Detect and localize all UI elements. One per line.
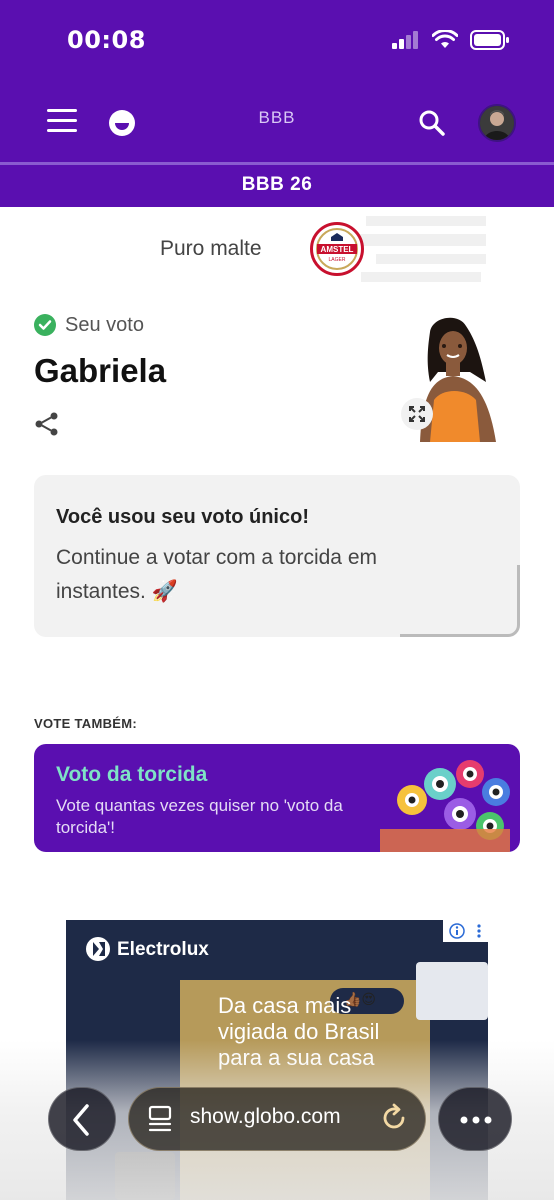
sponsor-tagline: Puro malte [160,237,262,260]
search-icon[interactable] [417,108,447,138]
ad-brand-name: Electrolux [117,939,209,960]
chevron-left-icon [73,1104,89,1136]
kebab-icon [477,924,481,938]
expand-icon [409,406,425,422]
more-dots-icon [460,1116,492,1124]
amstel-logo-text: AMSTEL [321,245,354,254]
expand-photo-button[interactable] [401,398,433,430]
voto-torcida-card[interactable]: Voto da torcida Vote quantas vezes quise… [34,744,520,852]
back-button[interactable] [48,1087,116,1151]
avatar[interactable] [478,104,516,142]
header-title: BBB [258,108,296,127]
url-text[interactable]: show.globo.com [190,1105,341,1129]
notice-title: Você usou seu voto único! [56,506,309,528]
vote-also-heading: VOTE TAMBÉM: [34,716,138,731]
air-conditioner-image [416,962,488,1020]
vote-notice-card: Você usou seu voto único! Continue a vot… [34,475,520,637]
more-options-button[interactable] [438,1087,512,1151]
battery-icon [470,30,509,50]
signal-icon [392,31,418,49]
user-photo [480,106,514,140]
amstel-logo-mark: AMSTEL LAGER [316,228,358,270]
voto-torcida-title: Voto da torcida [56,763,208,786]
voto-torcida-text: Vote quantas vezes quiser no 'voto da to… [56,796,343,837]
vote-status-label: Seu voto [65,314,144,336]
electrolux-logo-icon [86,937,110,961]
status-icons [392,30,510,50]
ad-info-badge[interactable] [443,920,488,942]
check-icon [34,314,56,336]
tabs-icon[interactable] [147,1105,173,1133]
info-icon [449,923,465,939]
candidate-name: Gabriela [34,352,167,389]
notice-text: Continue a votar com a torcida em instan… [56,546,377,603]
mascots-illustration [380,760,510,852]
amstel-logo-sub: LAGER [329,257,346,263]
sponsor-background-pattern [356,216,486,282]
subheader-title[interactable]: BBB 26 [0,174,554,196]
amstel-logo[interactable]: AMSTEL LAGER [310,222,364,276]
menu-bar [47,129,77,132]
status-time: 00:08 [67,26,146,54]
reload-icon[interactable] [379,1103,409,1133]
share-icon[interactable] [34,411,60,437]
wifi-icon [432,30,458,48]
